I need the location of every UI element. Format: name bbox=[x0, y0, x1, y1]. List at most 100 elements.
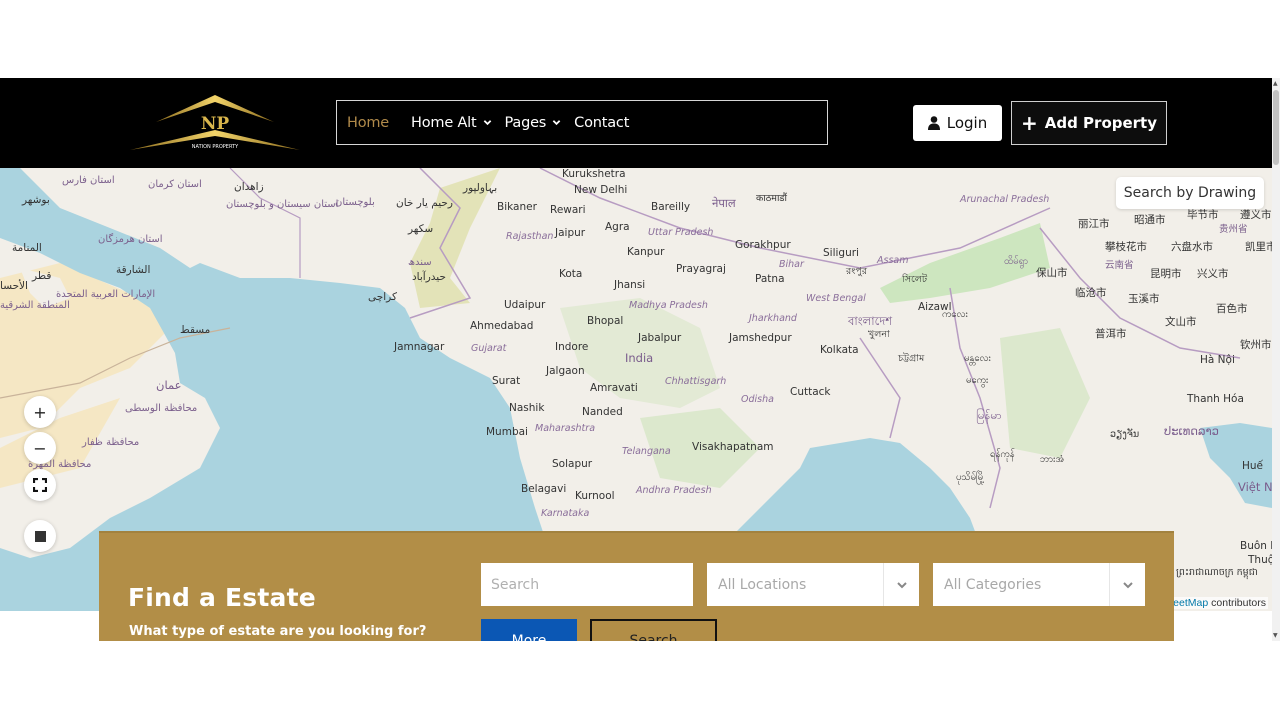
map-label: Assam bbox=[877, 255, 909, 266]
map-label: Bareilly bbox=[651, 201, 691, 213]
map-label: Rewari bbox=[550, 204, 586, 216]
attribution-text: contributors bbox=[1208, 597, 1266, 609]
category-select-value: All Categories bbox=[944, 576, 1042, 593]
map-label: 钦州市 bbox=[1240, 339, 1272, 351]
map-label: Jamshedpur bbox=[729, 332, 792, 344]
map-label: 六盘水市 bbox=[1171, 241, 1213, 253]
svg-text:NP: NP bbox=[201, 114, 230, 134]
scroll-up-arrow-icon[interactable]: ▲ bbox=[1273, 80, 1278, 87]
zoom-in-button[interactable]: + bbox=[24, 396, 56, 428]
square-icon bbox=[34, 530, 46, 542]
map-label: 玉溪市 bbox=[1128, 293, 1160, 305]
nav-item-pages[interactable]: Pages bbox=[505, 115, 562, 131]
add-property-button[interactable]: + Add Property bbox=[1011, 101, 1167, 145]
nav-item-contact[interactable]: Contact bbox=[574, 115, 629, 131]
map-label: 临沧市 bbox=[1075, 287, 1107, 299]
map-label: الإمارات العربية المتحدة bbox=[56, 289, 156, 300]
find-subtitle: What type of estate are you looking for? bbox=[129, 624, 427, 639]
map-label: Kurnool bbox=[575, 490, 615, 502]
logo-roof-icon: NP NATION PROPERTY bbox=[130, 95, 300, 150]
map-label: Agra bbox=[605, 221, 630, 233]
search-by-drawing-button[interactable]: Search by Drawing bbox=[1116, 177, 1264, 209]
map-label: Prayagraj bbox=[676, 263, 726, 275]
map-label: Kolkata bbox=[820, 344, 859, 356]
map-label: Maharashtra bbox=[535, 423, 596, 434]
nav-item-home-alt[interactable]: Home Alt bbox=[411, 115, 491, 131]
map-label: ထိမ်ရွာ bbox=[1004, 256, 1028, 267]
map-label: မကွေး bbox=[966, 375, 989, 386]
plus-icon: + bbox=[1020, 111, 1038, 135]
map-label: Solapur bbox=[552, 458, 593, 470]
map-label: Ahmedabad bbox=[470, 320, 534, 332]
scrollbar-thumb[interactable] bbox=[1273, 90, 1279, 165]
map-label: ပုသိမ်မြို့ bbox=[956, 472, 985, 483]
osm-link[interactable]: reetMap bbox=[1170, 597, 1209, 609]
map-label: Telangana bbox=[622, 446, 671, 457]
page-scrollbar[interactable]: ▲ ▼ bbox=[1272, 78, 1280, 641]
map-label: India bbox=[625, 351, 654, 365]
map-label: Nashik bbox=[509, 402, 545, 414]
map-label: 文山市 bbox=[1165, 316, 1197, 328]
map-label: Amravati bbox=[590, 382, 638, 394]
map-label: Jaipur bbox=[555, 227, 586, 239]
map-label: محافظة الوسطى bbox=[125, 403, 198, 414]
nav-label: Contact bbox=[574, 114, 630, 131]
nav-label: Pages bbox=[504, 114, 547, 131]
page-viewport: NP NATION PROPERTY Home Home Alt Pages C… bbox=[0, 78, 1272, 641]
map-label: 普洱市 bbox=[1095, 328, 1127, 340]
map-label: Patna bbox=[755, 273, 785, 285]
user-icon bbox=[927, 116, 940, 130]
map-label: ဘားအံ bbox=[1040, 454, 1065, 465]
map-label: Siliguri bbox=[823, 247, 859, 259]
map-label: الأحسا bbox=[0, 280, 28, 292]
map-label: New Delhi bbox=[574, 184, 628, 196]
zoom-out-button[interactable]: − bbox=[24, 432, 56, 464]
map-label: المنامة bbox=[12, 242, 42, 254]
map-label: Uttar Pradesh bbox=[648, 227, 714, 238]
map-label: Huế bbox=[1242, 460, 1264, 472]
map-label: استان کرمان bbox=[148, 179, 202, 190]
more-button[interactable]: More bbox=[481, 619, 577, 641]
category-select[interactable]: All Categories bbox=[933, 563, 1145, 606]
map-label: 遵义市 bbox=[1240, 209, 1272, 221]
fullscreen-button[interactable] bbox=[24, 469, 56, 501]
login-button[interactable]: Login bbox=[913, 105, 1002, 141]
map-label: Jharkhand bbox=[749, 313, 797, 324]
map-label: ရန်ကုန် bbox=[990, 449, 1015, 460]
chevron-down-icon bbox=[1109, 563, 1145, 606]
map-label: 毕节市 bbox=[1187, 209, 1219, 221]
map-label: محافظة ظفار bbox=[82, 437, 140, 448]
map-label: 贵州省 bbox=[1219, 224, 1248, 235]
svg-text:NATION PROPERTY: NATION PROPERTY bbox=[192, 144, 239, 150]
map-label: ကလေး bbox=[942, 309, 968, 320]
nav-label: Home Alt bbox=[411, 114, 477, 131]
map-label: ປະເທດລາວ bbox=[1164, 424, 1219, 438]
map-label: 保山市 bbox=[1036, 267, 1068, 279]
map-label: Hà Nội bbox=[1200, 354, 1235, 366]
map-label: Jhansi bbox=[614, 279, 646, 291]
nav-item-home[interactable]: Home bbox=[347, 115, 389, 131]
chevron-down-icon bbox=[552, 120, 561, 126]
location-select[interactable]: All Locations bbox=[707, 563, 919, 606]
map-label: 攀枝花市 bbox=[1105, 241, 1147, 253]
map-label: Thanh Hóa bbox=[1187, 393, 1244, 405]
search-label: Search bbox=[629, 633, 678, 641]
map-label: Chhattisgarh bbox=[665, 376, 727, 387]
location-select-value: All Locations bbox=[718, 576, 807, 593]
map-label: بلوچستان bbox=[335, 197, 375, 208]
map-label: المنطقة الشرقية bbox=[0, 300, 70, 311]
map-label: नेपाल bbox=[712, 196, 736, 210]
site-logo[interactable]: NP NATION PROPERTY bbox=[128, 92, 302, 154]
map-label: Visakhapatnam bbox=[692, 441, 774, 453]
map-label: West Bengal bbox=[806, 293, 866, 304]
chevron-down-icon bbox=[483, 120, 491, 126]
page-bottom-whitespace bbox=[0, 641, 1280, 720]
login-label: Login bbox=[946, 114, 988, 132]
map-label: Jalgaon bbox=[546, 365, 585, 377]
map-label: Kanpur bbox=[627, 246, 665, 258]
draw-stop-button[interactable] bbox=[24, 520, 56, 552]
search-button[interactable]: Search bbox=[590, 619, 717, 641]
search-input[interactable] bbox=[481, 563, 693, 606]
map-label: کراچی bbox=[368, 291, 397, 303]
scroll-down-arrow-icon[interactable]: ▼ bbox=[1273, 632, 1278, 639]
